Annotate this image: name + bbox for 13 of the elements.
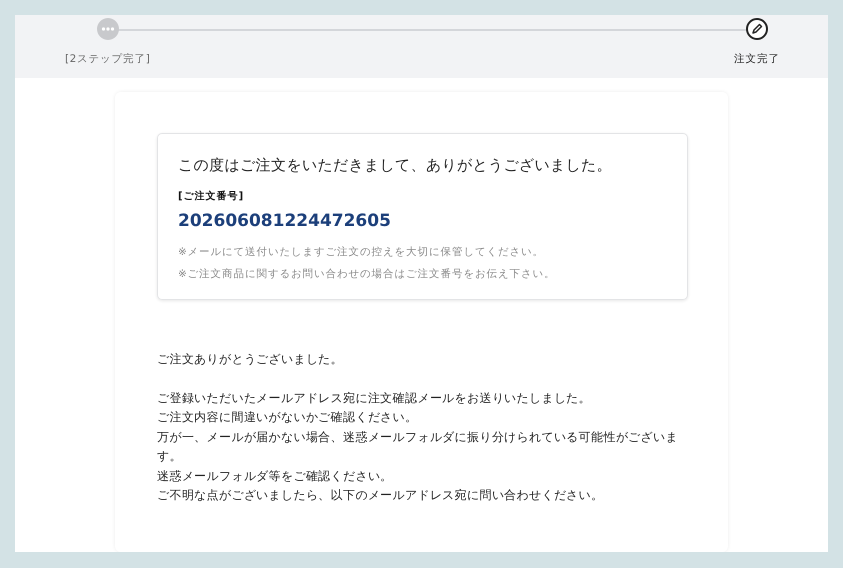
- message-text: ご登録いただいたメールアドレス宛に注文確認メールをお送りいたしました。: [157, 390, 592, 406]
- step-label: 注文完了: [734, 52, 780, 66]
- order-number: 202606081224472605: [178, 211, 392, 231]
- thanks-heading: この度はご注文をいただきまして、ありがとうございました。: [178, 156, 613, 175]
- step-label: [2ステップ完了]: [65, 52, 150, 66]
- message-text: ご注文ありがとうございました。: [157, 351, 344, 368]
- message-text: ご不明な点がございましたら、以下のメールアドレス宛に問い合わせください。: [157, 487, 604, 504]
- message-text: ご注文内容に間違いがないかご確認ください。: [157, 409, 418, 426]
- note-text: ※メールにて送付いたしますご注文の控えを大切に保管してください。: [178, 245, 545, 260]
- note-text: ※ご注文商品に関するお問い合わせの場合はご注文番号をお伝え下さい。: [178, 267, 556, 282]
- message-text: 迷惑メールフォルダ等をご確認ください。: [157, 468, 394, 484]
- message-text: 万が一、メールが届かない場合、迷惑メールフォルダに振り分けられている可能性がございます。: [157, 428, 679, 465]
- order-number-label: [ご注文番号]: [178, 189, 246, 203]
